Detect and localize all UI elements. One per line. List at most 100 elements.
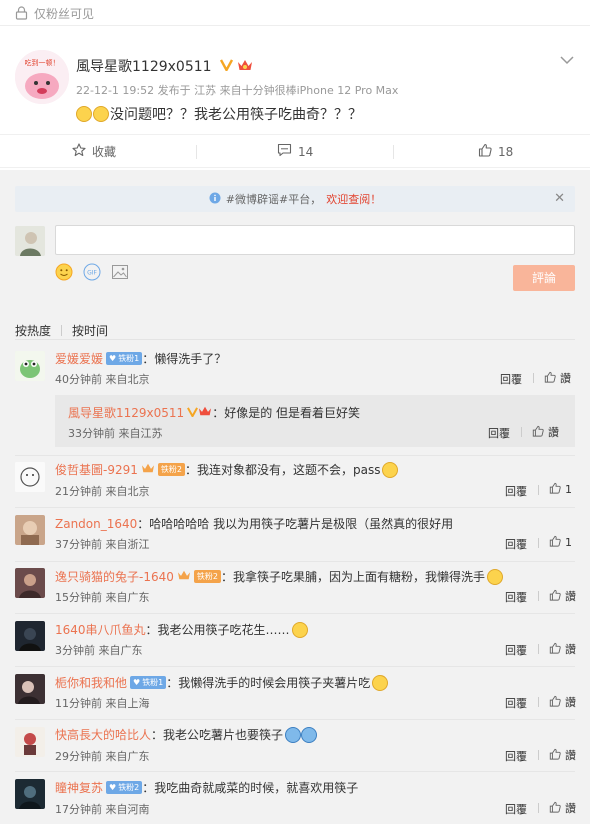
reply-button[interactable]: 回覆 <box>488 425 510 441</box>
commenter-avatar[interactable] <box>15 568 45 598</box>
like-count: 1 <box>565 483 572 496</box>
commenter-avatar[interactable] <box>15 462 45 492</box>
commenter-avatar[interactable] <box>15 727 45 757</box>
grin-emoji-icon <box>382 461 399 478</box>
comment-line: 逸只骑猫的兔子-1640 铁粉2 ：我拿筷子吃果脯，因为上面有糖粉，我懒得洗手 <box>55 568 503 585</box>
reply-author-name[interactable]: 風导星歌1129x0511 <box>68 404 184 421</box>
commenter-avatar[interactable] <box>15 779 45 809</box>
crown-badge-icon <box>237 58 253 76</box>
reply-button[interactable]: 回覆 <box>505 695 527 711</box>
thumbs-up-icon <box>549 482 561 497</box>
like-button[interactable]: 18 <box>478 143 513 160</box>
comment-time: 21分钟前 来自北京 <box>55 485 150 498</box>
thumbs-up-icon <box>549 695 561 710</box>
comment-button[interactable]: 14 <box>277 143 313 160</box>
comment-time: 17分钟前 来自河南 <box>55 803 150 816</box>
post-author-text[interactable]: 風导星歌1129x0511 <box>76 59 212 75</box>
reply-button[interactable]: 回覆 <box>500 371 522 387</box>
commenter-name[interactable]: Zandon_1640 <box>55 517 137 531</box>
fan-badge-label: 铁粉1 <box>142 678 164 687</box>
commenter-avatar[interactable] <box>15 674 45 704</box>
commenter-avatar[interactable] <box>15 515 45 545</box>
favorite-button[interactable]: 收藏 <box>72 143 116 160</box>
doraemon-emoji-icon <box>285 726 302 743</box>
reply-button[interactable]: 回覆 <box>505 801 527 817</box>
reply-button[interactable]: 回覆 <box>505 642 527 658</box>
comment-line: 栀你和我和他 ♥ 铁粉1 ：我懒得洗手的时候会用筷子夹薯片吃 <box>55 674 389 691</box>
thumbs-up-icon <box>544 371 556 386</box>
chevron-down-icon[interactable] <box>560 54 574 68</box>
like-label: 讚 <box>565 643 576 656</box>
commenter-name[interactable]: 逸只骑猫的兔子-1640 <box>55 568 174 585</box>
fan-badge-label: 铁粉2 <box>118 783 140 792</box>
post-action-bar: 收藏 14 18 <box>0 134 590 168</box>
commenter-name[interactable]: 栀你和我和他 <box>55 674 127 691</box>
close-icon[interactable]: ✕ <box>554 191 565 206</box>
post-card: 吃到一顿！ 風导星歌1129x0511 22-12-1 19:52 发布于 江苏… <box>0 26 590 134</box>
info-icon <box>209 192 221 207</box>
reply-button[interactable]: 回覆 <box>505 748 527 764</box>
like-label: 讚 <box>560 372 571 385</box>
laugh-emoji-icon <box>372 674 389 691</box>
commenter-name[interactable]: 1640串八爪鱼丸 <box>55 621 146 638</box>
comment-like-button[interactable]: 1 <box>549 535 572 550</box>
crown-badge-icon <box>141 462 155 477</box>
comment-line: Zandon_1640 ：哈哈哈哈哈 我以为用筷子吃薯片是极限（虽然真的很好用 <box>55 515 453 532</box>
crown-badge-icon <box>198 405 212 420</box>
doraemon-emoji-icon <box>301 726 318 743</box>
notice-link[interactable]: 欢迎查阅！ <box>326 191 381 207</box>
comment-like-button[interactable]: 讚 <box>549 800 576 816</box>
tab-sort-time[interactable]: 按时间 <box>72 322 108 339</box>
post-author-avatar[interactable]: 吃到一顿！ <box>15 50 69 104</box>
commenter-name[interactable]: 瞳神复苏 <box>55 779 103 796</box>
image-icon[interactable] <box>111 263 129 284</box>
fan-badge: 铁粉2 <box>157 463 185 476</box>
commenter-avatar[interactable] <box>15 351 45 381</box>
fan-badge: ♥ 铁粉2 <box>106 781 143 794</box>
reply-button[interactable]: 回覆 <box>505 589 527 605</box>
comment-like-button[interactable]: 讚 <box>549 588 576 604</box>
verified-v-icon <box>219 59 234 75</box>
commenter-name[interactable]: 俊哲基圖-9291 <box>55 461 138 478</box>
fan-badge: 铁粉2 <box>193 570 221 583</box>
tab-sort-hot[interactable]: 按热度 <box>15 322 51 339</box>
comment-text: ：懒得洗手了？ <box>142 352 227 366</box>
comment-input[interactable] <box>55 225 575 255</box>
like-label: 讚 <box>565 802 576 815</box>
comment-like-button[interactable]: 讚 <box>544 370 571 386</box>
like-count: 1 <box>565 536 572 549</box>
favorite-label: 收藏 <box>92 145 117 159</box>
post-author-name[interactable]: 風导星歌1129x0511 <box>76 56 253 76</box>
comments-panel: #微博辟谣#平台， 欢迎查阅！ ✕ GIF 評論 按热度 按时间 爱媛爱媛 ♥ 铁粉… <box>0 170 590 824</box>
emoji-icon[interactable] <box>55 263 73 284</box>
comment-line: 1640串八爪鱼丸 ：我老公用筷子吃花生…… <box>55 621 308 638</box>
current-user-avatar <box>15 226 45 256</box>
comment-icon <box>277 143 292 160</box>
comment-like-button[interactable]: 1 <box>549 482 572 497</box>
reply-time: 33分钟前 来自江苏 <box>68 427 163 440</box>
avatar-lettering: 吃到一顿！ <box>25 58 60 67</box>
comment-text: ：哈哈哈哈哈 我以为用筷子吃薯片是极限（虽然真的很好用 <box>137 517 454 531</box>
smile-emoji-icon <box>291 621 308 638</box>
commenter-avatar[interactable] <box>15 621 45 651</box>
commenter-name[interactable]: 爱媛爱媛 <box>55 350 103 367</box>
comment-time: 15分钟前 来自广东 <box>55 591 150 604</box>
comment-like-button[interactable]: 讚 <box>549 747 576 763</box>
gif-icon[interactable]: GIF <box>83 263 101 284</box>
comment-like-button[interactable]: 讚 <box>549 641 576 657</box>
comment-like-button[interactable]: 讚 <box>549 694 576 710</box>
rumor-notice[interactable]: #微博辟谣#平台， 欢迎查阅！ ✕ <box>15 186 575 212</box>
like-label: 讚 <box>548 426 559 439</box>
cat-emoji-icon <box>486 568 503 585</box>
comment-like-button[interactable]: 讚 <box>532 424 559 440</box>
post-text: 没问题吧？？我老公用筷子吃曲奇？？？ <box>110 107 362 123</box>
sort-tabs: 按热度 按时间 <box>15 322 108 339</box>
thumbs-up-icon <box>549 642 561 657</box>
reply-button[interactable]: 回覆 <box>505 536 527 552</box>
submit-comment-button[interactable]: 評論 <box>513 265 575 291</box>
heart-icon: ♥ <box>109 354 117 363</box>
commenter-name[interactable]: 快高長大的哈比人 <box>55 726 151 743</box>
reply-text: ：好像是的 但是看着巨好笑 <box>212 406 361 420</box>
reply-button[interactable]: 回覆 <box>505 483 527 499</box>
comment-time: 37分钟前 来自浙江 <box>55 538 150 551</box>
